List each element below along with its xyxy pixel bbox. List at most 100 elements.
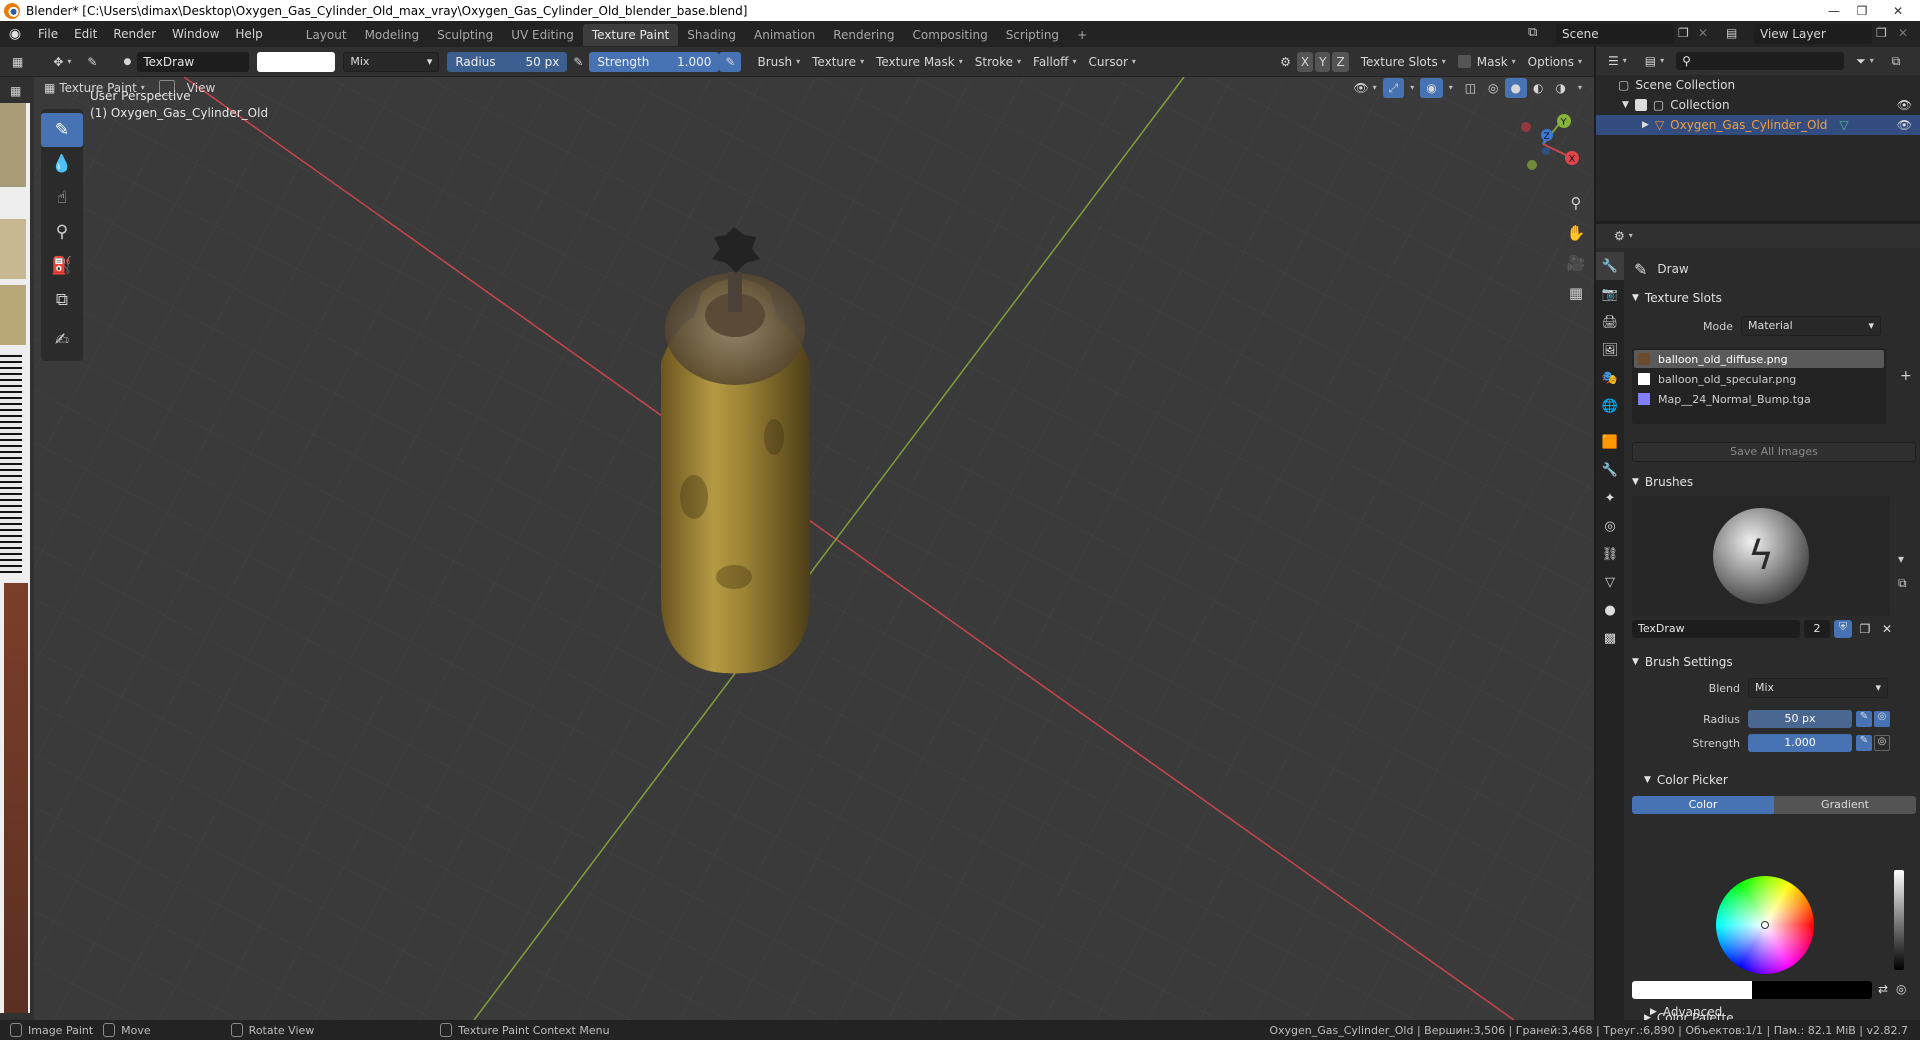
- new-collection-icon[interactable]: ⧉: [1886, 51, 1907, 71]
- strength-pressure-icon[interactable]: ✎: [719, 51, 742, 72]
- mask-tool-icon[interactable]: ⧉: [41, 283, 83, 317]
- brush-preview[interactable]: ϟ: [1632, 496, 1890, 616]
- visibility-icon[interactable]: 👁 ▾: [1347, 78, 1382, 98]
- particles-tab-icon[interactable]: ✦: [1596, 484, 1624, 512]
- gradient-tab[interactable]: Gradient: [1774, 796, 1916, 814]
- ortho-grid-icon[interactable]: ▦: [1562, 279, 1590, 307]
- blend-dropdown[interactable]: Mix ▾: [1748, 678, 1888, 698]
- object-visibility-eye-icon[interactable]: 👁: [1897, 118, 1912, 132]
- minimize-button[interactable]: —: [1820, 0, 1848, 21]
- data-tab-icon[interactable]: ▽: [1596, 568, 1624, 596]
- strength-pen-pressure-icon[interactable]: ✎: [1856, 735, 1872, 751]
- gizmo-toggle-icon[interactable]: ⤢: [1382, 78, 1405, 98]
- color-picker-subpanel-header[interactable]: ▼ Color Picker: [1626, 768, 1920, 792]
- scene-remove-icon[interactable]: ✕: [1698, 26, 1708, 40]
- soften-tool-icon[interactable]: 💧: [41, 147, 83, 181]
- primary-color-swatch[interactable]: [1632, 981, 1752, 999]
- outliner-row-scene-collection[interactable]: ▢ Scene Collection: [1596, 75, 1920, 95]
- collection-checkbox[interactable]: [1634, 99, 1647, 111]
- uv-image-editor-preview[interactable]: [0, 103, 30, 1013]
- xray-toggle-icon[interactable]: ◫: [1459, 78, 1482, 98]
- tab-texture-paint[interactable]: Texture Paint: [582, 24, 679, 46]
- texture-slot-row[interactable]: balloon_old_diffuse.png: [1634, 350, 1884, 368]
- duplicate-brush-icon[interactable]: ❐: [1856, 622, 1874, 636]
- tab-animation[interactable]: Animation: [745, 24, 824, 46]
- brush-datablock-name[interactable]: TexDraw: [1632, 620, 1800, 638]
- scene-selector-icon[interactable]: ⧉: [1528, 25, 1537, 40]
- solid-shading-icon[interactable]: ●: [1504, 78, 1528, 98]
- expand-arrow-icon[interactable]: ▼: [1622, 100, 1629, 110]
- display-mode-icon[interactable]: ▤ ▾: [1639, 51, 1670, 71]
- unlink-brush-icon[interactable]: ✕: [1878, 622, 1896, 636]
- texture-slot-row[interactable]: balloon_old_specular.png: [1634, 370, 1884, 388]
- texture-tab-icon[interactable]: ▩: [1596, 624, 1624, 652]
- texture-menu[interactable]: Texture ▾: [806, 52, 870, 72]
- cursor-menu[interactable]: Cursor ▾: [1082, 52, 1141, 72]
- blender-logo-icon[interactable]: ◉: [0, 21, 30, 47]
- menu-window[interactable]: Window: [164, 21, 227, 47]
- draw-tool-icon[interactable]: ✎: [41, 113, 83, 147]
- brush-view-icon[interactable]: ⧉: [1898, 576, 1907, 591]
- tab-sculpting[interactable]: Sculpting: [428, 24, 502, 46]
- gas-cylinder-object[interactable]: [661, 227, 810, 674]
- secondary-color-swatch[interactable]: [1752, 981, 1872, 999]
- filter-icon[interactable]: ⏷ ▾: [1850, 51, 1880, 71]
- menu-help[interactable]: Help: [227, 21, 270, 47]
- view-layer-selector[interactable]: View Layer: [1754, 24, 1872, 44]
- render-tab-icon[interactable]: 📷: [1596, 280, 1624, 308]
- 3d-viewport[interactable]: ▦ Texture Paint ▾ View 👁 ▾ ⤢ ▾ ◉ ▾ ◫ ◎ ● …: [34, 77, 1594, 1020]
- tool-settings-icon[interactable]: ✥ ▾: [47, 52, 77, 72]
- tab-uv-editing[interactable]: UV Editing: [502, 24, 583, 46]
- gizmo-neg-x-circle[interactable]: [1521, 122, 1531, 132]
- rendered-shading-icon[interactable]: ◑: [1550, 78, 1572, 98]
- gizmo-neg-y-circle[interactable]: [1527, 160, 1537, 170]
- add-workspace-button[interactable]: +: [1068, 24, 1096, 46]
- brushes-panel-header[interactable]: ▼ Brushes: [1626, 470, 1920, 494]
- properties-editor-icon[interactable]: ⚙ ▾: [1608, 226, 1639, 246]
- mode-dropdown[interactable]: Material ▾: [1741, 316, 1881, 336]
- view-layer-icon[interactable]: ▤: [1726, 26, 1737, 40]
- zoom-icon[interactable]: ⚲: [1562, 189, 1590, 217]
- stroke-menu[interactable]: Stroke ▾: [969, 52, 1027, 72]
- save-all-images-button[interactable]: Save All Images: [1632, 442, 1916, 462]
- menu-render[interactable]: Render: [105, 21, 164, 47]
- texture-slots-menu[interactable]: Texture Slots ▾: [1355, 52, 1452, 72]
- radius-slider[interactable]: Radius 50 px: [447, 51, 568, 72]
- mask-menu[interactable]: Mask ▾: [1471, 52, 1522, 72]
- menu-edit[interactable]: Edit: [66, 21, 105, 47]
- mirror-x-toggle[interactable]: X: [1296, 51, 1314, 72]
- color-wheel[interactable]: [1716, 876, 1814, 974]
- texture-mask-menu[interactable]: Texture Mask ▾: [870, 52, 969, 72]
- brush-browse-dropdown-icon[interactable]: ▾: [1898, 552, 1904, 566]
- brush-menu[interactable]: Brush ▾: [751, 52, 806, 72]
- gizmo-neg-z-circle[interactable]: [1542, 147, 1550, 155]
- clone-tool-icon[interactable]: ⚲: [41, 215, 83, 249]
- collection-visibility-eye-icon[interactable]: 👁: [1897, 98, 1912, 112]
- value-slider[interactable]: [1894, 870, 1904, 970]
- brush-color-swatch[interactable]: [257, 51, 336, 72]
- brush-name-field[interactable]: TexDraw: [137, 51, 250, 72]
- view-layer-tab-icon[interactable]: 🖼: [1596, 336, 1624, 364]
- grid-menu-icon[interactable]: ▦: [4, 81, 27, 101]
- editor-type-icon[interactable]: ▦: [6, 52, 29, 72]
- brush-settings-panel-header[interactable]: ▼ Brush Settings: [1626, 650, 1920, 674]
- wireframe-shading-icon[interactable]: ◎: [1482, 78, 1504, 98]
- menu-file[interactable]: File: [30, 21, 66, 47]
- radius-prop-slider[interactable]: 50 px: [1748, 710, 1852, 728]
- navigation-gizmo[interactable]: X Y Z: [1498, 99, 1588, 189]
- overlay-toggle-icon[interactable]: ◉: [1420, 78, 1443, 98]
- physics-tab-icon[interactable]: ◎: [1596, 512, 1624, 540]
- scene-tab-icon[interactable]: 🎭: [1596, 364, 1624, 392]
- blend-mode-dropdown[interactable]: Mix ▾: [343, 51, 440, 72]
- tab-scripting[interactable]: Scripting: [997, 24, 1068, 46]
- outliner-row-object[interactable]: ▶ ▽ Oxygen_Gas_Cylinder_Old ▽ 👁: [1596, 115, 1920, 135]
- close-button[interactable]: ✕: [1876, 0, 1920, 21]
- mirror-z-toggle[interactable]: Z: [1332, 51, 1349, 72]
- tab-shading[interactable]: Shading: [678, 24, 745, 46]
- tab-compositing[interactable]: Compositing: [903, 24, 996, 46]
- scene-new-icon[interactable]: ❐: [1678, 26, 1689, 40]
- strength-slider[interactable]: Strength 1.000: [589, 51, 720, 72]
- object-tab-icon[interactable]: 🟧: [1596, 428, 1624, 456]
- strength-prop-slider[interactable]: 1.000: [1748, 734, 1852, 752]
- texture-slot-row[interactable]: Map__24_Normal_Bump.tga: [1634, 390, 1884, 408]
